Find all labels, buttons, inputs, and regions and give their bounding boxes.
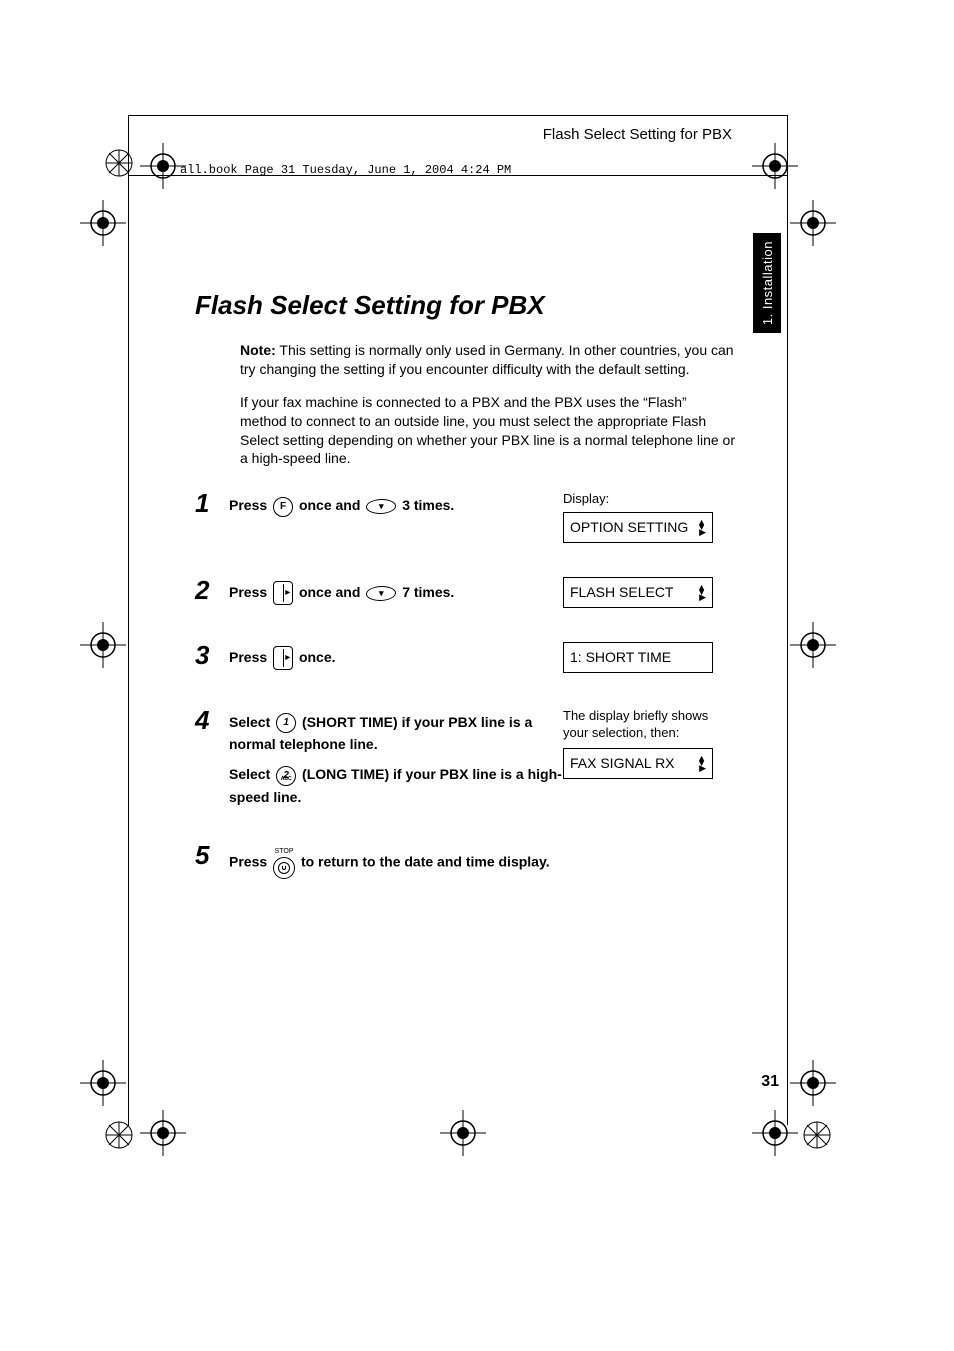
down-menu-key-icon: ▾ [365, 499, 397, 514]
nav-arrows-icon: ▲▼▶ [697, 585, 706, 600]
nav-arrows-icon: ▲▼▶ [697, 520, 706, 535]
intro-block: Note: This setting is normally only used… [240, 341, 735, 468]
digit-1-key-icon: 1 [276, 713, 296, 733]
digit-2-key-icon: 2ABC [276, 766, 296, 786]
reg-mark [790, 1060, 836, 1106]
step-number: 1 [195, 490, 229, 516]
lcd-text: 1: SHORT TIME [570, 648, 671, 667]
step-1: 1 Press F once and ▾ 3 times. Display: O… [195, 490, 735, 542]
running-head: Flash Select Setting for PBX [543, 126, 732, 143]
reg-mark [790, 622, 836, 668]
lcd-display: 1: SHORT TIME [563, 642, 713, 673]
step-number: 4 [195, 707, 229, 733]
function-key-icon: F [273, 497, 293, 517]
step-5: 5 Press STOP to return to the date and t… [195, 842, 735, 879]
step-text: once and [299, 584, 364, 600]
page-title: Flash Select Setting for PBX [195, 290, 735, 321]
lcd-display: FAX SIGNAL RX ▲▼▶ [563, 748, 713, 779]
reg-mark [80, 622, 126, 668]
chapter-tab-label: 1. Installation [760, 241, 775, 325]
nav-arrows-icon: ▲▼▶ [697, 756, 706, 771]
reg-mark [80, 1060, 126, 1106]
step-text: 7 times. [402, 584, 454, 600]
lcd-text: OPTION SETTING [570, 518, 688, 537]
right-arrow-key-icon: ▶ [273, 581, 293, 605]
step-text: (SHORT TIME) if your PBX line is a norma… [229, 714, 532, 752]
step-2: 2 Press ▶ once and ▾ 7 times. FLASH SELE… [195, 577, 735, 608]
lcd-text: FAX SIGNAL RX [570, 754, 675, 773]
display-label: Display: [563, 490, 735, 508]
step-text: Select [229, 714, 274, 730]
lcd-display: FLASH SELECT ▲▼▶ [563, 577, 713, 608]
step-text: once. [299, 649, 336, 665]
lcd-display: OPTION SETTING ▲▼▶ [563, 512, 713, 543]
stop-key-icon: STOP [273, 846, 295, 879]
step-3: 3 Press ▶ once. 1: SHORT TIME [195, 642, 735, 673]
down-menu-key-icon: ▾ [365, 586, 397, 601]
step-text: 3 times. [402, 497, 454, 513]
page-number: 31 [761, 1073, 779, 1091]
note-label: Note: [240, 342, 276, 358]
lcd-text: FLASH SELECT [570, 583, 673, 602]
step-text: Press [229, 853, 271, 869]
chapter-tab: 1. Installation [753, 233, 781, 333]
reg-star [802, 1120, 832, 1150]
step-text: Press [229, 497, 271, 513]
step-text: Press [229, 584, 271, 600]
step-number: 3 [195, 642, 229, 668]
step-number: 2 [195, 577, 229, 603]
step-text: Select [229, 766, 274, 782]
display-note: The display briefly shows your selection… [563, 707, 735, 742]
reg-mark [80, 200, 126, 246]
note-text: This setting is normally only used in Ge… [240, 342, 734, 377]
intro-paragraph: If your fax machine is connected to a PB… [240, 393, 735, 469]
step-text: once and [299, 497, 364, 513]
right-arrow-key-icon: ▶ [273, 646, 293, 670]
step-number: 5 [195, 842, 229, 868]
step-4: 4 Select 1 (SHORT TIME) if your PBX line… [195, 707, 735, 809]
step-text: to return to the date and time display. [301, 853, 550, 869]
reg-mark [790, 200, 836, 246]
step-text: Press [229, 649, 271, 665]
meta-rule [128, 175, 788, 176]
